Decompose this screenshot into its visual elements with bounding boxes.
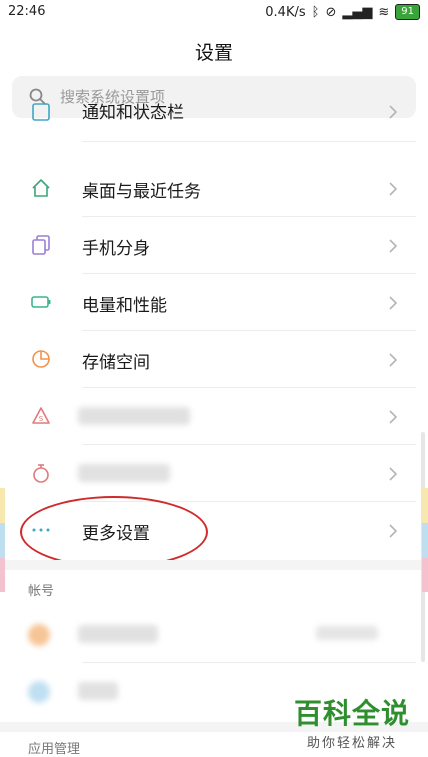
annotation-ellipse [20,496,208,568]
watermark-subtitle: 助你轻松解决 [306,736,397,751]
account-avatar [28,681,50,703]
status-time: 22:46 [8,4,46,19]
section-gap [0,560,428,570]
chevron-right-icon [389,410,398,424]
dual-phone-icon [32,235,50,255]
battery-icon: 91 [395,4,420,20]
row-divider [82,141,416,142]
home-icon [32,179,50,197]
blurred-label [78,625,158,643]
chevron-right-icon [389,239,398,253]
net-speed: 0.4K/s [265,4,306,20]
section-label-account: 帐号 [28,584,55,599]
settings-item-battery[interactable]: 电量和性能 [0,274,428,331]
settings-item-storage[interactable]: 存储空间 [0,331,428,388]
chevron-right-icon [389,182,398,196]
settings-item-security[interactable]: S [0,388,428,445]
mute-icon: ⊘ [325,4,337,20]
account-item-1[interactable] [0,606,428,663]
blurred-label [78,464,170,482]
edge-tab-left [0,488,5,592]
chevron-right-icon [389,105,398,119]
account-avatar [28,624,50,646]
settings-item-label: 存储空间 [82,353,150,373]
status-bar: 22:46 0.4K/s ᛒ ⊘ ▂▄▆ ≋ 91 [0,0,428,24]
settings-item-home-recents[interactable]: 桌面与最近任务 [0,160,428,217]
edge-tab [422,523,428,558]
settings-item-label: 桌面与最近任务 [82,182,201,202]
wifi-icon: ≋ [378,4,390,20]
signal-icon: ▂▄▆ [342,4,373,20]
page-title: 设置 [194,42,233,64]
settings-item-label: 电量和性能 [82,296,167,316]
battery-icon [31,296,51,308]
edge-tab [422,488,428,523]
settings-item-dual-apps[interactable]: 手机分身 [0,217,428,274]
blurred-label [78,682,118,700]
edge-tab [422,558,428,592]
storage-pie-icon [32,350,50,368]
bluetooth-icon: ᛒ [311,4,320,20]
watermark: 百科全说 助你轻松解决 [294,692,410,751]
security-shield-icon: S [32,407,50,424]
settings-item-screen-time[interactable] [0,445,428,502]
chevron-right-icon [389,467,398,481]
notification-icon [32,103,50,121]
blurred-value [316,626,378,640]
chevron-right-icon [389,296,398,310]
chevron-right-icon [389,524,398,538]
stopwatch-icon [33,464,49,483]
status-icons: 0.4K/s ᛒ ⊘ ▂▄▆ ≋ 91 [265,4,420,20]
svg-text:S: S [39,415,44,423]
watermark-title: 百科全说 [293,697,410,730]
chevron-right-icon [389,353,398,367]
settings-item-label: 通知和状态栏 [82,103,184,123]
settings-item-label: 手机分身 [82,239,150,259]
settings-item-notification[interactable]: 通知和状态栏 [0,102,428,142]
section-label-app-management: 应用管理 [28,742,81,757]
blurred-label [78,407,190,425]
